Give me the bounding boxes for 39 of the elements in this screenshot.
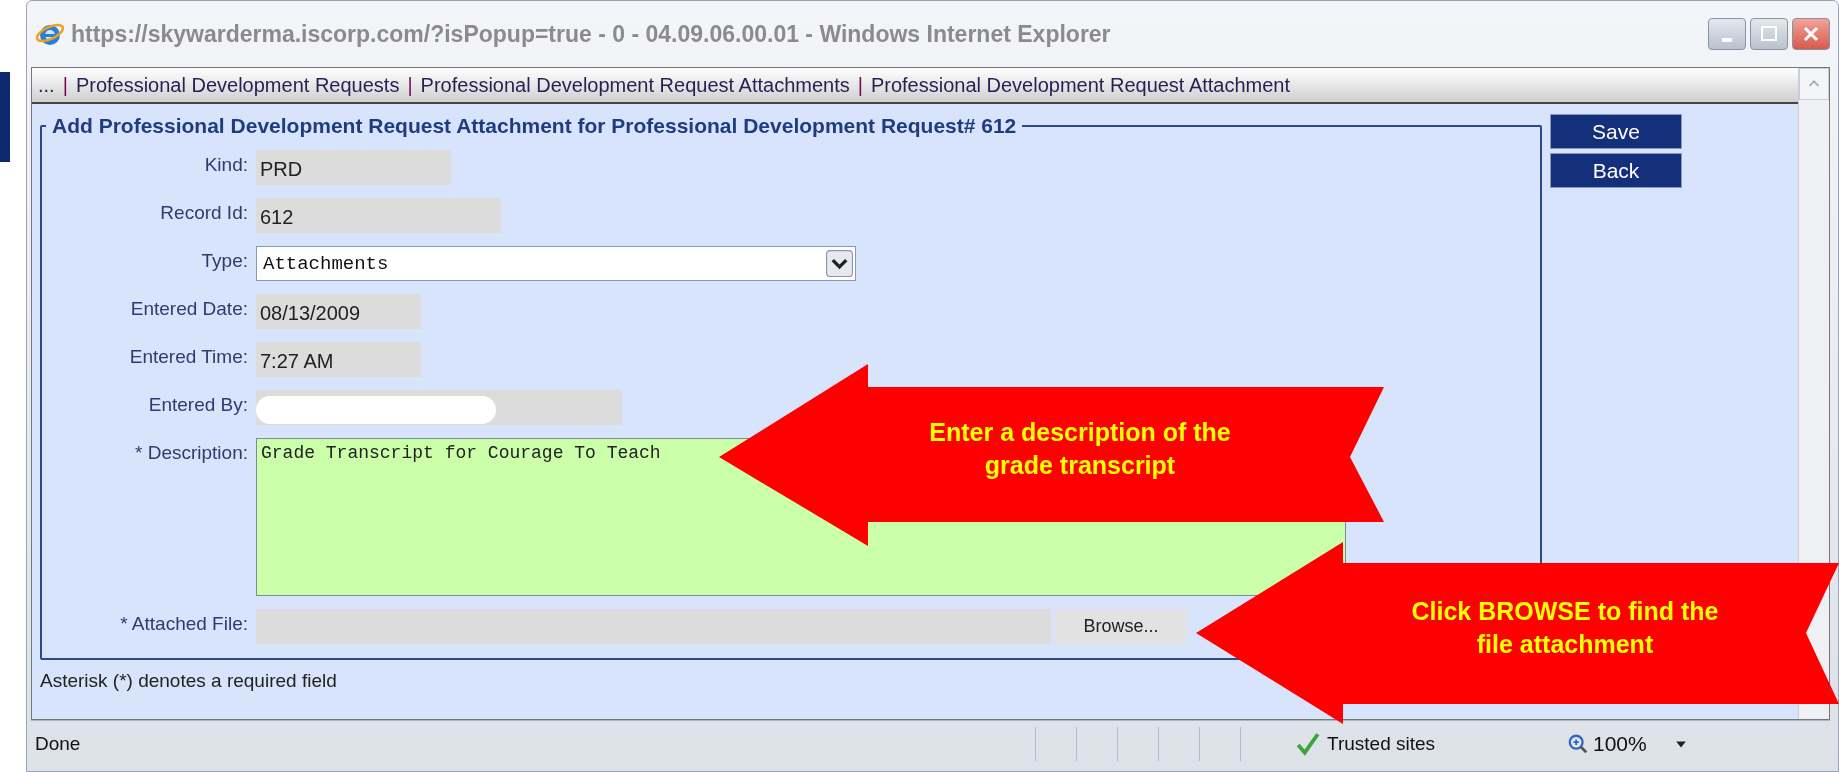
close-button[interactable]	[1792, 18, 1830, 50]
action-button[interactable]: Back	[1550, 153, 1682, 188]
breadcrumb-link[interactable]: ...	[38, 73, 55, 97]
minimize-button[interactable]	[1708, 18, 1746, 50]
field-label: Record Id:	[159, 201, 248, 224]
field-label: * Attached File:	[119, 612, 248, 635]
required-note: Asterisk (*) denotes a required field	[40, 670, 337, 692]
window-title: https://skywarderma.iscorp.com/?isPopup=true - 0 - 04.09.06.00.01 - Windows Internet Explorer	[71, 20, 1112, 48]
maximize-button[interactable]	[1750, 18, 1788, 50]
field-label: Entered Date:	[129, 297, 248, 320]
field-label: Type:	[200, 249, 248, 272]
breadcrumb-link[interactable]: Professional Development Requests	[75, 73, 400, 97]
browse-button[interactable]: Browse...	[1055, 609, 1187, 644]
security-zone: Trusted sites	[1327, 733, 1437, 755]
field-label: Kind:	[203, 153, 248, 176]
field-label: Entered By:	[147, 393, 248, 416]
zoom-level[interactable]: 100%	[1593, 732, 1647, 756]
maximize-icon	[1759, 24, 1779, 44]
close-icon	[1801, 24, 1821, 44]
field-label: * Description:	[134, 441, 248, 464]
zoom-icon	[1567, 733, 1589, 755]
file-path-field[interactable]	[256, 609, 1051, 644]
field-value: PRD	[260, 158, 303, 181]
checkmark-icon	[1295, 731, 1321, 757]
field-value: 612	[260, 206, 294, 229]
action-button[interactable]: Save	[1550, 114, 1682, 149]
field-label: Entered Time:	[128, 345, 248, 368]
field-value: 08/13/2009	[260, 302, 361, 325]
type-dropdown[interactable]: Attachments	[256, 246, 856, 281]
breadcrumb-link[interactable]: Professional Development Request Attachments	[420, 73, 850, 97]
breadcrumb-separator: |	[407, 73, 413, 97]
breadcrumb-link[interactable]: Professional Development Request Attachment	[870, 73, 1291, 97]
status-text: Done	[35, 733, 82, 755]
callout-text: Click BROWSE to find the file attachment	[1410, 596, 1720, 660]
minimize-icon	[1722, 38, 1732, 42]
breadcrumb-separator: |	[62, 73, 68, 97]
field-value: 7:27 AM	[260, 350, 334, 373]
form-title: Add Professional Development Request Attachment for Professional Development Request# 612	[51, 114, 1018, 138]
breadcrumb-separator: |	[857, 73, 863, 97]
